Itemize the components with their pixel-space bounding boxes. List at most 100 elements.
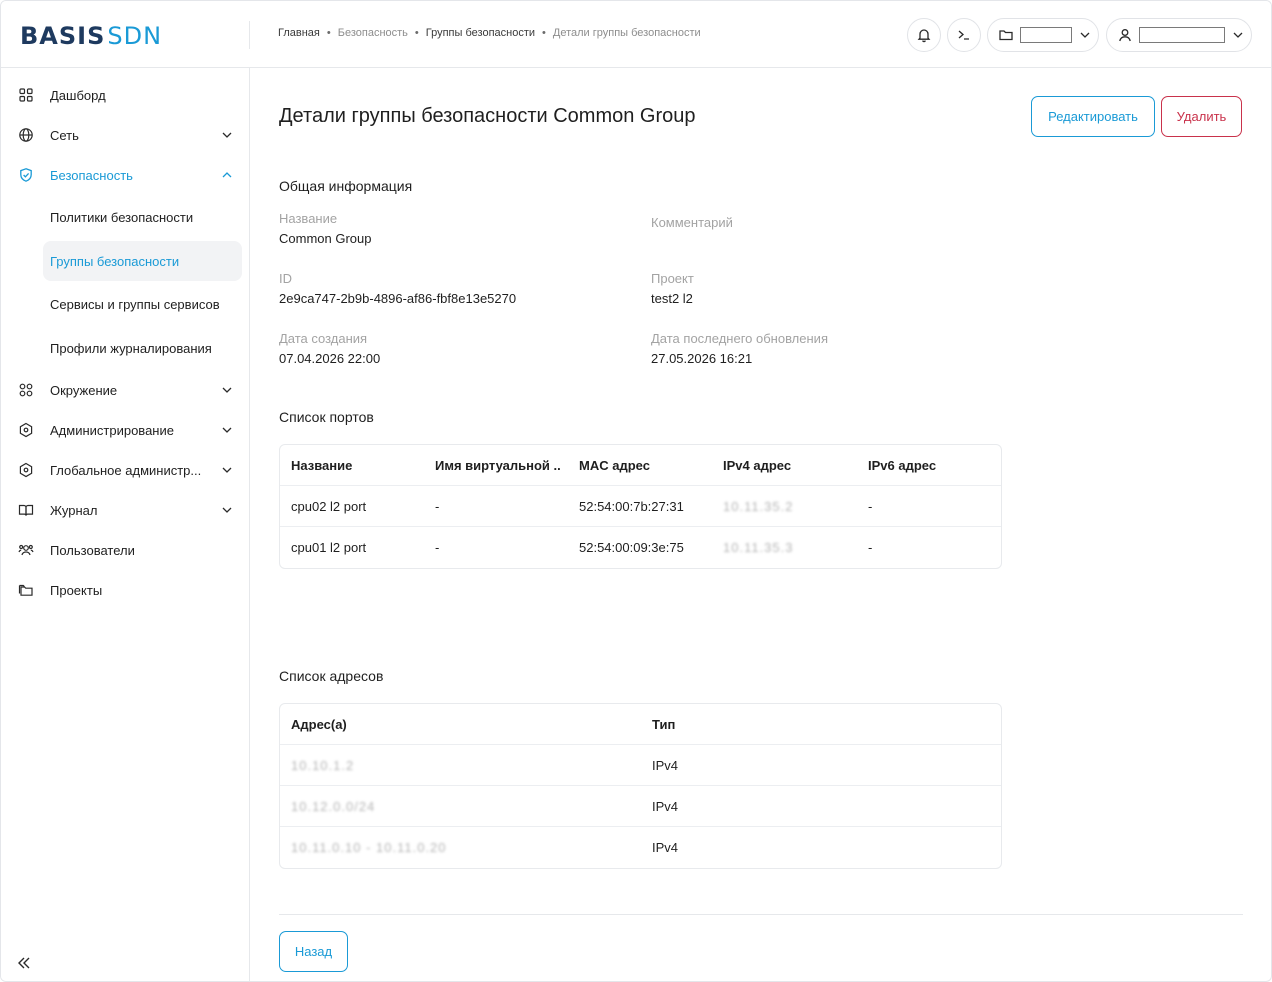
port-ipv4-cell: 10.11.35.2 [723, 499, 794, 514]
updated-label: Дата последнего обновления [651, 331, 828, 346]
column-header-mac[interactable]: MAC адрес [579, 445, 714, 486]
sidebar-item-label: Окружение [50, 382, 118, 398]
sidebar-subitem-label: Сервисы и группы сервисов [50, 296, 220, 312]
sidebar-subitem-label: Политики безопасности [50, 209, 194, 225]
grid-icon [18, 87, 34, 103]
hexagon-icon [18, 462, 34, 478]
chevron-down-icon [1080, 32, 1090, 38]
general-info-title: Общая информация [279, 178, 413, 194]
chevron-down-icon[interactable] [220, 463, 234, 477]
page-title: Детали группы безопасности Common Group [279, 105, 696, 127]
breadcrumb-separator: • [542, 27, 546, 39]
sidebar-item-projects[interactable]: Проекты [1, 572, 249, 608]
breadcrumb-home[interactable]: Главная [278, 27, 320, 39]
port-vm-cell: - [435, 499, 440, 514]
sidebar-item-label: Пользователи [50, 542, 135, 558]
sidebar-item-label: Проекты [50, 582, 103, 598]
sidebar-subitem-services[interactable]: Сервисы и группы сервисов [43, 284, 242, 324]
ports-table: Название Имя виртуальной ... MAC адрес I… [279, 444, 1002, 569]
chevron-down-icon [1233, 32, 1243, 38]
users-icon [18, 542, 34, 558]
terminal-icon [958, 30, 969, 40]
sidebar-item-label: Глобальное администр... [50, 462, 202, 478]
sidebar: Дашборд Сеть Безопасность Политики безоп… [1, 68, 250, 981]
comment-label: Комментарий [651, 215, 733, 230]
sidebar-item-environment[interactable]: Окружение [1, 372, 249, 408]
sidebar-subitem-logging-profiles[interactable]: Профили журналирования [43, 328, 242, 368]
breadcrumb-separator: • [414, 27, 419, 39]
app-window: BASIS SDN Главная • Безопасность • Групп… [0, 0, 1272, 982]
addresses-title: Список адресов [279, 668, 384, 684]
table-row[interactable]: 10.11.0.10 - 10.11.0.20 IPv4 [280, 827, 1001, 868]
table-header-row: Адрес(а) Тип [280, 704, 1001, 745]
table-row[interactable]: 10.12.0.0/24 IPv4 [280, 786, 1001, 827]
book-icon [18, 502, 34, 518]
brand-logo-part1: BASIS [20, 22, 106, 50]
breadcrumb-current: Детали группы безопасности [552, 27, 701, 39]
breadcrumb-security[interactable]: Безопасность [338, 27, 408, 39]
delete-button[interactable]: Удалить [1161, 96, 1242, 137]
column-header-name[interactable]: Название [291, 445, 426, 486]
table-header-row: Название Имя виртуальной ... MAC адрес I… [280, 445, 1001, 486]
table-row[interactable]: cpu02 l2 port - 52:54:00:7b:27:31 10.11.… [280, 486, 1001, 527]
sidebar-item-administration[interactable]: Администрирование [1, 412, 249, 448]
folder-icon [999, 30, 1013, 41]
address-type-cell: IPv4 [652, 758, 679, 773]
sidebar-item-network[interactable]: Сеть [1, 117, 249, 153]
id-label: ID [279, 271, 292, 286]
grid-icon [18, 382, 34, 398]
breadcrumb-separator: • [326, 27, 331, 39]
folders-icon [18, 582, 34, 598]
brand-logo[interactable]: BASIS SDN [20, 21, 162, 51]
project-selector-value [1020, 27, 1072, 43]
top-header: BASIS SDN Главная • Безопасность • Групп… [1, 1, 1271, 68]
user-icon [1119, 29, 1131, 42]
back-button[interactable]: Назад [279, 931, 348, 972]
breadcrumb-security-groups[interactable]: Группы безопасности [426, 27, 535, 39]
column-header-ipv6[interactable]: IPv6 адрес [868, 445, 993, 486]
sidebar-item-users[interactable]: Пользователи [1, 532, 249, 568]
breadcrumb: Главная • Безопасность • Группы безопасн… [278, 27, 701, 39]
brand-logo-part2: SDN [107, 22, 163, 50]
chevron-down-icon[interactable] [220, 423, 234, 437]
table-row[interactable]: cpu01 l2 port - 52:54:00:09:3e:75 10.11.… [280, 527, 1001, 568]
id-value: 2e9ca747-2b9b-4896-af86-fbf8e13e5270 [279, 291, 517, 306]
port-mac-cell: 52:54:00:7b:27:31 [579, 499, 684, 514]
main-content: Детали группы безопасности Common Group … [250, 68, 1271, 981]
created-label: Дата создания [279, 331, 368, 346]
addresses-table: Адрес(а) Тип 10.10.1.2 IPv4 10.12.0.0/24… [279, 703, 1002, 869]
sidebar-item-journal[interactable]: Журнал [1, 492, 249, 528]
user-menu-value [1139, 27, 1225, 43]
chevron-up-icon[interactable] [220, 168, 234, 182]
table-row[interactable]: 10.10.1.2 IPv4 [280, 745, 1001, 786]
shield-icon [18, 167, 34, 183]
created-value: 07.04.2026 22:00 [279, 351, 381, 366]
sidebar-item-global-administration[interactable]: Глобальное администр... [1, 452, 249, 488]
sidebar-item-dashboard[interactable]: Дашборд [1, 77, 249, 113]
ports-title: Список портов [279, 409, 374, 425]
collapse-sidebar-icon[interactable] [15, 954, 33, 972]
project-label: Проект [651, 271, 694, 286]
address-type-cell: IPv4 [652, 840, 679, 855]
chevron-down-icon[interactable] [220, 503, 234, 517]
column-header-addresses[interactable]: Адрес(а) [291, 704, 641, 745]
sidebar-item-security[interactable]: Безопасность [1, 157, 249, 193]
terminal-button[interactable] [947, 18, 981, 52]
bell-icon [917, 29, 931, 43]
edit-button[interactable]: Редактировать [1031, 96, 1155, 137]
column-header-vm-name[interactable]: Имя виртуальной ... [435, 445, 560, 486]
column-header-ipv4[interactable]: IPv4 адрес [723, 445, 858, 486]
sidebar-item-label: Журнал [50, 502, 98, 518]
sidebar-subitem-security-groups[interactable]: Группы безопасности [43, 241, 242, 281]
chevron-down-icon[interactable] [220, 128, 234, 142]
notifications-button[interactable] [907, 18, 941, 52]
port-ipv4-cell: 10.11.35.3 [723, 540, 794, 555]
project-value: test2 l2 [651, 291, 693, 306]
sidebar-item-label: Администрирование [50, 422, 174, 438]
column-header-type[interactable]: Тип [652, 704, 992, 745]
project-selector[interactable] [987, 18, 1099, 52]
chevron-down-icon[interactable] [220, 383, 234, 397]
user-menu[interactable] [1106, 18, 1252, 52]
port-ipv6-cell: - [868, 499, 873, 514]
sidebar-subitem-security-policies[interactable]: Политики безопасности [43, 197, 242, 237]
